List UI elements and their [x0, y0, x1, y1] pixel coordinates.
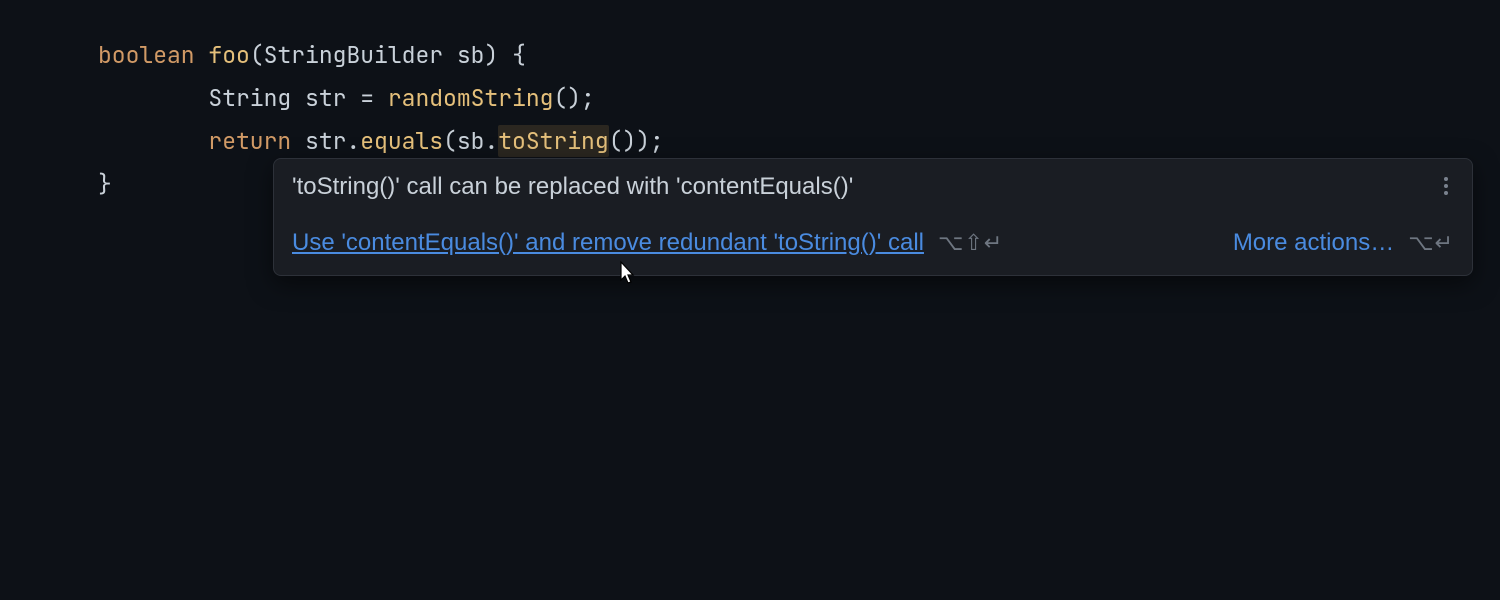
param-name: sb	[457, 40, 485, 70]
function-name: foo	[208, 40, 249, 70]
closing-brace: }	[98, 169, 112, 199]
line1-tail: ) {	[484, 40, 525, 70]
var-type: String	[208, 83, 291, 113]
quickfix-link[interactable]: Use 'contentEquals()' and remove redunda…	[292, 229, 924, 257]
indent	[98, 126, 208, 156]
var-name: str	[305, 83, 346, 113]
param-type: StringBuilder	[264, 40, 443, 70]
more-actions-shortcut: ⌥↵	[1408, 230, 1454, 256]
expr-prefix: str.	[291, 126, 360, 156]
call-name: randomString	[388, 83, 554, 113]
line2-tail: ();	[553, 83, 594, 113]
quickfix-shortcut: ⌥⇧↵	[938, 230, 1003, 256]
tooltip-actions-row: Use 'contentEquals()' and remove redunda…	[292, 229, 1454, 257]
kebab-menu-icon[interactable]	[1438, 177, 1454, 195]
expr-mid: (sb.	[443, 126, 498, 156]
inspection-tooltip: 'toString()' call can be replaced with '…	[273, 158, 1473, 276]
inspection-title: 'toString()' call can be replaced with '…	[292, 173, 853, 201]
keyword-boolean: boolean	[98, 40, 195, 70]
inspection-highlight[interactable]: toString	[498, 125, 608, 157]
code-line-3[interactable]: return str.equals(sb.toString());	[98, 120, 1500, 163]
line3-tail: ());	[609, 126, 664, 156]
code-line-2[interactable]: String str = randomString();	[98, 77, 1500, 120]
keyword-return: return	[208, 126, 291, 156]
code-line-1[interactable]: boolean foo(StringBuilder sb) {	[98, 34, 1500, 77]
indent	[98, 83, 208, 113]
more-actions-link[interactable]: More actions…	[1233, 229, 1394, 257]
assign-op: =	[346, 83, 387, 113]
tooltip-header: 'toString()' call can be replaced with '…	[292, 173, 1454, 201]
method-equals: equals	[360, 126, 443, 156]
